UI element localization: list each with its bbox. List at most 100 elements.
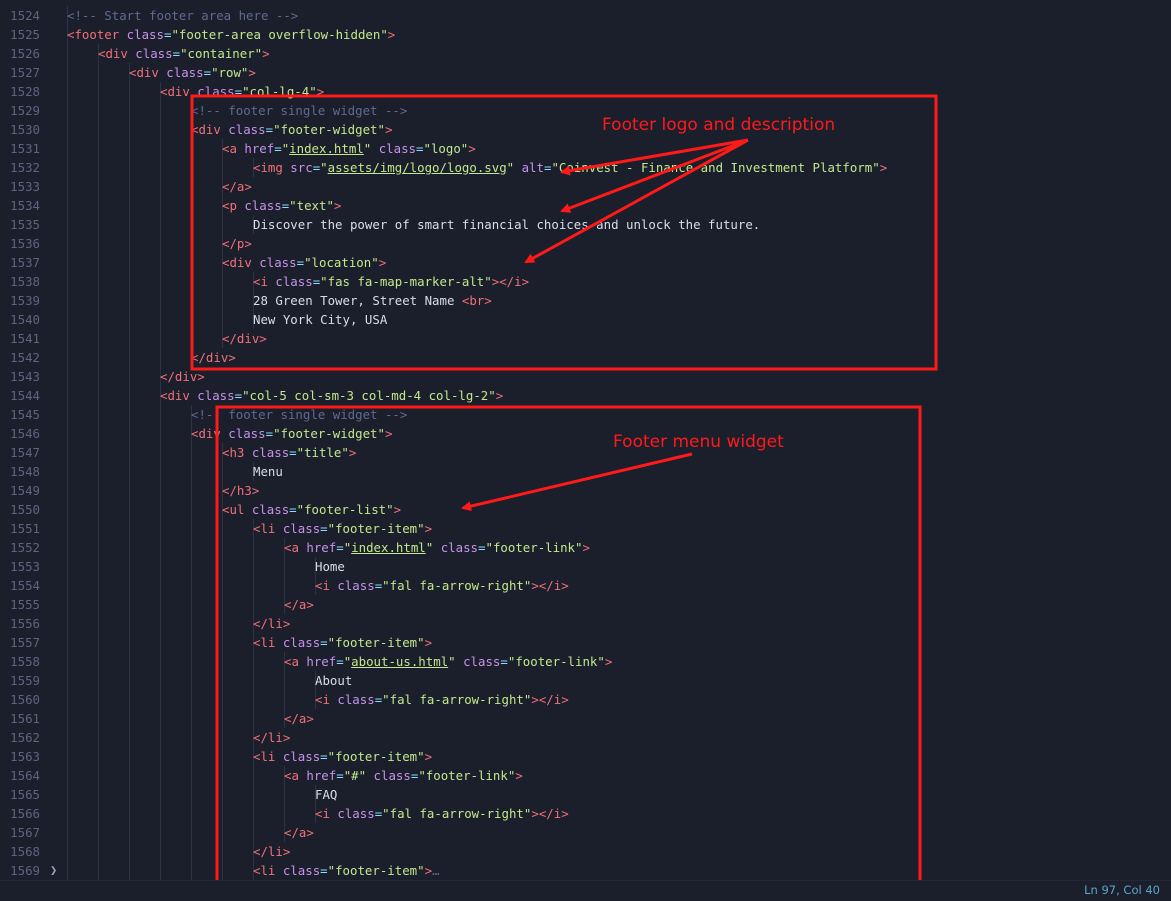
indent-guide: [160, 424, 161, 443]
code-line[interactable]: 1525 <footer class="footer-area overflow-…: [0, 25, 1171, 44]
code-token: "container": [180, 46, 263, 61]
indent-guide: [160, 253, 161, 272]
code-text: New York City, USA: [253, 310, 387, 329]
code-text: </p>: [222, 234, 252, 253]
code-token: </a>: [284, 711, 314, 726]
code-line[interactable]: 1526 <div class="container">: [0, 44, 1171, 63]
line-number: 1569: [10, 863, 40, 878]
code-token: "col-lg-4": [242, 84, 317, 99]
indent-guide: [67, 861, 68, 880]
code-line[interactable]: 1558 <a href="about-us.html" class="foote…: [0, 652, 1171, 671]
code-token: class: [329, 578, 375, 593]
code-line[interactable]: 1567 </a>: [0, 823, 1171, 842]
code-line[interactable]: 1560 <i class="fal fa-arrow-right"></i>: [0, 690, 1171, 709]
code-token: <h3: [222, 445, 245, 460]
code-token: Menu: [253, 464, 283, 479]
code-line[interactable]: 1564 <a href="#" class="footer-link">: [0, 766, 1171, 785]
line-number: 1534: [10, 198, 40, 213]
indent-guide: [191, 709, 192, 728]
indent-guide: [160, 196, 161, 215]
code-token: "Coinvest - Finance and Investment Platf…: [551, 160, 880, 175]
code-line[interactable]: 1527 <div class="row">: [0, 63, 1171, 82]
indent-guide: [129, 766, 130, 785]
code-line[interactable]: 1535 Discover the power of smart financia…: [0, 215, 1171, 234]
code-line[interactable]: 1542 </div>: [0, 348, 1171, 367]
indent-guide: [253, 538, 254, 557]
code-editor[interactable]: 1524 <!-- Start footer area here --> 1525 <…: [0, 0, 1171, 880]
code-token: Discover the power of smart financial ch…: [253, 217, 761, 232]
code-line[interactable]: 1549 </h3>: [0, 481, 1171, 500]
code-line[interactable]: 1528 <div class="col-lg-4">: [0, 82, 1171, 101]
fold-chevron-icon[interactable]: ❯: [50, 861, 57, 880]
code-line[interactable]: 1553 Home: [0, 557, 1171, 576]
code-line[interactable]: 1524 <!-- Start footer area here -->: [0, 6, 1171, 25]
indent-guide: [160, 785, 161, 804]
code-text: </li>: [253, 842, 290, 861]
code-line[interactable]: 1531 <a href="index.html" class="logo">: [0, 139, 1171, 158]
code-line[interactable]: 1557 <li class="footer-item">: [0, 633, 1171, 652]
indent-guide: [160, 481, 161, 500]
code-line[interactable]: 1569 ❯ <li class="footer-item">…: [0, 861, 1171, 880]
code-line[interactable]: 1556 </li>: [0, 614, 1171, 633]
indent-guide: [129, 443, 130, 462]
indent-guide: [191, 861, 192, 880]
indent-guide: [67, 671, 68, 690]
code-line[interactable]: 1544 <div class="col-5 col-sm-3 col-md-4 …: [0, 386, 1171, 405]
code-text: <img src="assets/img/logo/logo.svg" alt=…: [253, 158, 887, 177]
code-line[interactable]: 1530 <div class="footer-widget">: [0, 120, 1171, 139]
code-token: =: [289, 445, 297, 460]
code-line[interactable]: 1543 </div>: [0, 367, 1171, 386]
indent-guide: [98, 709, 99, 728]
code-line[interactable]: 1541 </div>: [0, 329, 1171, 348]
code-line[interactable]: 1538 <i class="fas fa-map-marker-alt"></i…: [0, 272, 1171, 291]
indent-guide: [253, 576, 254, 595]
code-token: ></i>: [531, 578, 569, 593]
code-line[interactable]: 1547 <h3 class="title">: [0, 443, 1171, 462]
code-line[interactable]: 1536 </p>: [0, 234, 1171, 253]
code-line[interactable]: 1563 <li class="footer-item">: [0, 747, 1171, 766]
code-token: class: [220, 426, 266, 441]
indent-guide: [191, 785, 192, 804]
code-line[interactable]: 1532 <img src="assets/img/logo/logo.svg" …: [0, 158, 1171, 177]
indent-guide: [98, 785, 99, 804]
code-token: class: [158, 65, 204, 80]
indent-guide: [129, 196, 130, 215]
code-line[interactable]: 1559 About: [0, 671, 1171, 690]
code-line[interactable]: 1537 <div class="location">: [0, 253, 1171, 272]
indent-guide: [160, 215, 161, 234]
code-line[interactable]: 1561 </a>: [0, 709, 1171, 728]
code-token: "row": [211, 65, 249, 80]
code-line[interactable]: 1566 <i class="fal fa-arrow-right"></i>: [0, 804, 1171, 823]
code-line[interactable]: 1554 <i class="fal fa-arrow-right"></i>: [0, 576, 1171, 595]
indent-guide: [67, 272, 68, 291]
code-token: <div: [191, 426, 221, 441]
indent-guide: [160, 766, 161, 785]
code-line[interactable]: 1539 28 Green Tower, Street Name <br>: [0, 291, 1171, 310]
code-line[interactable]: 1529 <!-- footer single widget -->: [0, 101, 1171, 120]
indent-guide: [67, 614, 68, 633]
code-token: >: [424, 521, 433, 536]
indent-guide: [98, 538, 99, 557]
indent-guide: [98, 120, 99, 139]
code-line[interactable]: 1565 FAQ: [0, 785, 1171, 804]
indent-guide: [222, 747, 223, 766]
code-line[interactable]: 1550 <ul class="footer-list">: [0, 500, 1171, 519]
code-line[interactable]: 1548 Menu: [0, 462, 1171, 481]
code-line[interactable]: 1568 </li>: [0, 842, 1171, 861]
code-line[interactable]: 1562 </li>: [0, 728, 1171, 747]
code-line[interactable]: 1552 <a href="index.html" class="footer-l…: [0, 538, 1171, 557]
code-line[interactable]: 1546 <div class="footer-widget">: [0, 424, 1171, 443]
code-line[interactable]: 1533 </a>: [0, 177, 1171, 196]
indent-guide: [98, 690, 99, 709]
code-line[interactable]: 1545 <!-- footer single widget -->: [0, 405, 1171, 424]
code-line[interactable]: 1540 New York City, USA: [0, 310, 1171, 329]
code-line[interactable]: 1551 <li class="footer-item">: [0, 519, 1171, 538]
indent-guide: [253, 671, 254, 690]
indent-guide: [129, 120, 130, 139]
line-number: 1531: [10, 141, 40, 156]
code-line[interactable]: 1534 <p class="text">: [0, 196, 1171, 215]
code-text: <div class="row">: [129, 63, 256, 82]
indent-guide: [129, 253, 130, 272]
cursor-position[interactable]: Ln 97, Col 40: [1084, 883, 1160, 897]
code-line[interactable]: 1555 </a>: [0, 595, 1171, 614]
